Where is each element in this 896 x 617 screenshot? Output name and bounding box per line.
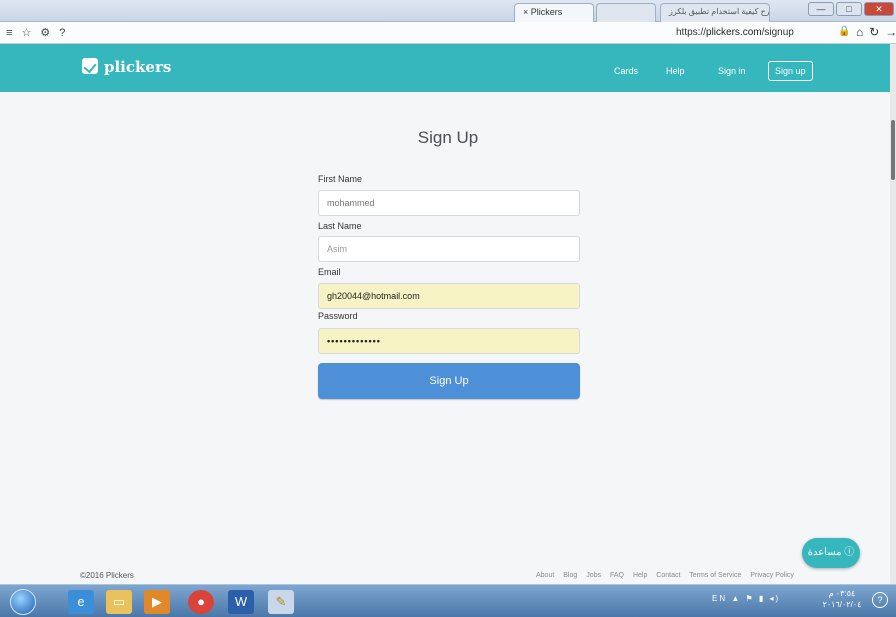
maximize-button[interactable]: □ bbox=[836, 2, 862, 16]
url-path: /signup bbox=[761, 27, 794, 38]
password-field[interactable]: ••••••••••••• bbox=[318, 328, 580, 354]
word-icon[interactable]: W bbox=[228, 590, 254, 614]
footer-links: About Blog Jobs FAQ Help Contact Terms o… bbox=[536, 572, 801, 579]
help-chat-button[interactable]: مساعدة ⓘ bbox=[802, 538, 860, 568]
footer-link-terms[interactable]: Terms of Service bbox=[689, 572, 741, 579]
nav-signin-link[interactable]: Sign in bbox=[718, 66, 746, 76]
checkmark-card-icon bbox=[82, 58, 98, 74]
folder-icon[interactable]: ▭ bbox=[106, 590, 132, 614]
site-header: plickers Cards Help Sign in Sign up bbox=[0, 44, 890, 92]
url-field[interactable]: https://plickers.com/signup bbox=[676, 27, 794, 38]
nav-help-link[interactable]: Help bbox=[666, 66, 685, 76]
chrome-icon[interactable]: ● bbox=[188, 590, 214, 614]
url-prefix: https:// bbox=[676, 27, 707, 38]
copyright-text: ©2016 Plickers bbox=[80, 571, 134, 580]
email-label: Email bbox=[318, 267, 341, 277]
lock-icon: 🔒 bbox=[838, 26, 851, 37]
screen: × Plickers شرح كيفية استخدام تطبيق بلكرز… bbox=[0, 0, 896, 617]
minimize-button[interactable]: — bbox=[808, 2, 834, 16]
system-tray[interactable]: EN ▲ ⚑ ▮ ◂) bbox=[712, 594, 780, 603]
home-icon[interactable]: ⌂↻→ bbox=[856, 25, 896, 39]
footer-link-faq[interactable]: FAQ bbox=[610, 572, 624, 579]
media-player-icon[interactable]: ▶ bbox=[144, 590, 170, 614]
last-name-field[interactable]: Asim bbox=[318, 236, 580, 262]
tab-plickers[interactable]: × Plickers bbox=[514, 3, 594, 22]
browser-titlebar: × Plickers شرح كيفية استخدام تطبيق بلكرز… bbox=[0, 0, 896, 22]
close-window-button[interactable]: ✕ bbox=[864, 2, 894, 16]
first-name-field[interactable]: mohammed bbox=[318, 190, 580, 216]
clock-date: ٢٠١٦/٠٢/٠٤ bbox=[822, 600, 862, 609]
url-domain: plickers.com bbox=[706, 27, 762, 38]
plickers-logo[interactable]: plickers bbox=[82, 58, 171, 76]
email-field[interactable]: gh20044@hotmail.com bbox=[318, 283, 580, 309]
tab-new[interactable] bbox=[596, 3, 656, 22]
footer-link-help[interactable]: Help bbox=[633, 572, 647, 579]
signup-submit-button[interactable]: Sign Up bbox=[318, 363, 580, 399]
address-bar: ≡ ☆ ⚙ ? https://plickers.com/signup 🔒 ⌂↻… bbox=[0, 22, 896, 44]
footer-link-about[interactable]: About bbox=[536, 572, 554, 579]
paint-icon[interactable]: ✎ bbox=[268, 590, 294, 614]
footer-link-contact[interactable]: Contact bbox=[656, 572, 680, 579]
logo-text: plickers bbox=[104, 58, 172, 76]
ie-icon[interactable]: e bbox=[68, 590, 94, 614]
nav-signup-button[interactable]: Sign up bbox=[768, 61, 813, 81]
clock[interactable]: ٠٣:٥٤ م ٢٠١٦/٠٢/٠٤ bbox=[822, 588, 862, 610]
notification-icon[interactable]: ? bbox=[872, 592, 888, 608]
clock-time: ٠٣:٥٤ م bbox=[828, 589, 856, 598]
footer-link-jobs[interactable]: Jobs bbox=[586, 572, 601, 579]
start-button[interactable] bbox=[10, 589, 36, 615]
first-name-label: First Name bbox=[318, 174, 363, 184]
password-label: Password bbox=[318, 311, 358, 321]
tab-arabic-page[interactable]: شرح كيفية استخدام تطبيق بلكرز bbox=[660, 3, 770, 22]
footer-link-blog[interactable]: Blog bbox=[563, 572, 577, 579]
footer-link-privacy[interactable]: Privacy Policy bbox=[750, 572, 794, 579]
page-title: Sign Up bbox=[417, 128, 479, 147]
last-name-label: Last Name bbox=[318, 221, 362, 231]
menu-icon[interactable]: ≡ ☆ ⚙ ? bbox=[6, 26, 68, 39]
nav-cards-link[interactable]: Cards bbox=[614, 66, 638, 76]
